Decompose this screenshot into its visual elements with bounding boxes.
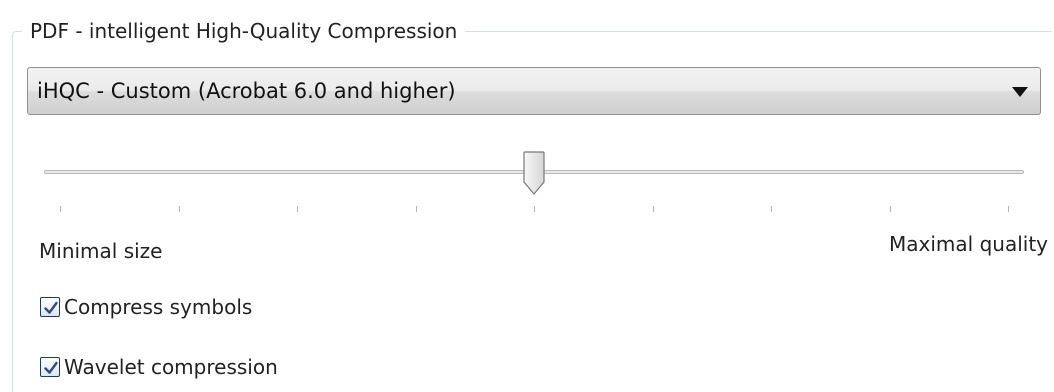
slider-tick — [415, 206, 417, 212]
slider-max-label: Maximal quality — [889, 232, 1048, 256]
compress-symbols-label: Compress symbols — [64, 295, 253, 319]
compress-symbols-checkbox[interactable] — [40, 297, 60, 317]
slider-tick — [889, 206, 891, 212]
wavelet-compression-option[interactable]: Wavelet compression — [40, 354, 278, 380]
slider-tick — [60, 206, 61, 212]
compress-symbols-option[interactable]: Compress symbols — [40, 294, 252, 320]
slider-tick — [534, 206, 535, 212]
dropdown-selected-value: iHQC - Custom (Acrobat 6.0 and higher) — [37, 79, 456, 103]
slider-tick — [178, 206, 180, 212]
chevron-down-icon[interactable] — [1012, 87, 1028, 97]
group-title: PDF - intelligent High-Quality Compressi… — [22, 17, 466, 45]
slider-min-label: Minimal size — [39, 239, 163, 263]
compression-settings-panel: PDF - intelligent High-Quality Compressi… — [0, 0, 1054, 392]
slider-thumb[interactable] — [523, 151, 545, 195]
quality-slider[interactable] — [44, 148, 1024, 218]
slider-tick — [652, 206, 654, 212]
checkmark-icon — [44, 361, 58, 374]
wavelet-compression-label: Wavelet compression — [64, 355, 278, 379]
slider-tick — [1008, 206, 1009, 212]
wavelet-compression-checkbox[interactable] — [40, 357, 60, 377]
compression-preset-dropdown[interactable]: iHQC - Custom (Acrobat 6.0 and higher) — [27, 67, 1041, 115]
slider-tick — [297, 206, 298, 212]
slider-tick — [771, 206, 772, 212]
checkmark-icon — [44, 301, 58, 314]
